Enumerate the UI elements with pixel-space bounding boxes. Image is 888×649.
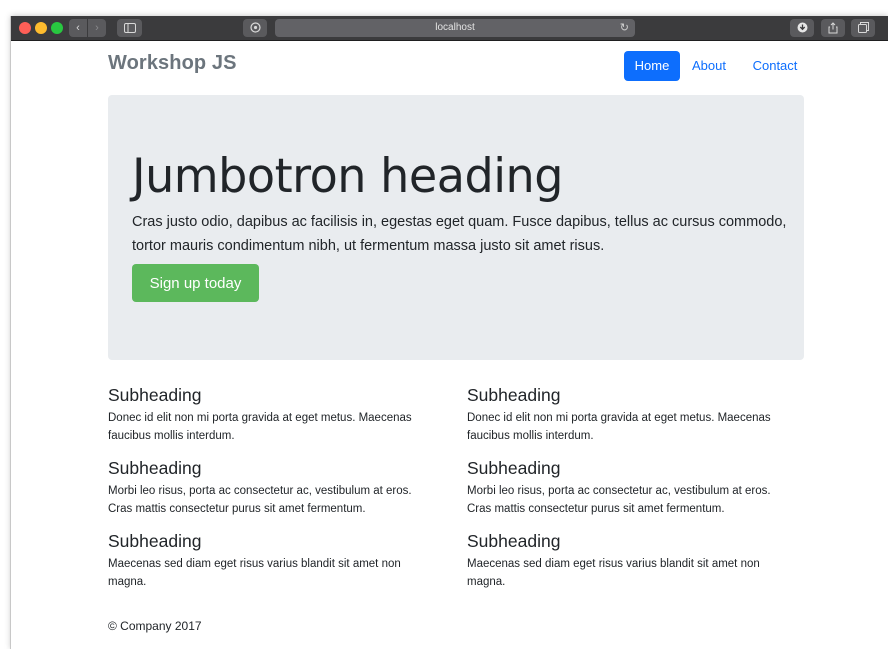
feature-item: Subheading Morbi leo risus, porta ac con… [108,457,438,518]
feature-text: Morbi leo risus, porta ac consectetur ac… [108,485,412,515]
feature-text: Maecenas sed diam eget risus varius blan… [467,558,760,588]
feature-item: Subheading Maecenas sed diam eget risus … [467,530,797,591]
chevron-left-icon: ‹ [76,22,80,34]
share-icon [828,22,838,34]
feature-item: Subheading Maecenas sed diam eget risus … [108,530,438,591]
browser-toolbar: ‹ › localhost ↻ [11,16,888,41]
nav-link-home[interactable]: Home [624,51,680,81]
minimize-window-icon[interactable] [35,22,47,34]
feature-heading: Subheading [467,531,561,551]
privacy-icon [249,22,261,33]
address-bar[interactable]: localhost ↻ [275,19,635,37]
share-button[interactable] [821,19,845,37]
address-text: localhost [435,22,475,33]
feature-item: Subheading Donec id elit non mi porta gr… [108,384,438,445]
downloads-button[interactable] [790,19,814,37]
jumbotron-lead: Cras justo odio, dapibus ac facilisis in… [132,214,787,254]
zoom-window-icon[interactable] [51,22,63,34]
download-icon [797,22,807,33]
privacy-report-button[interactable] [243,19,267,37]
feature-heading: Subheading [108,385,202,405]
browser-window: ‹ › localhost ↻ Workshop JS Home About C… [11,16,888,649]
feature-heading: Subheading [467,385,561,405]
feature-text: Donec id elit non mi porta gravida at eg… [108,412,412,442]
feature-heading: Subheading [108,458,202,478]
feature-item: Subheading Donec id elit non mi porta gr… [467,384,797,445]
back-button[interactable]: ‹ [69,19,87,37]
feature-text: Donec id elit non mi porta gravida at eg… [467,412,771,442]
show-tabs-button[interactable] [851,19,875,37]
feature-column-right: Subheading Donec id elit non mi porta gr… [467,384,797,603]
feature-text: Morbi leo risus, porta ac consectetur ac… [467,485,771,515]
sidebar-icon [123,23,136,33]
feature-item: Subheading Morbi leo risus, porta ac con… [467,457,797,518]
tabs-icon [857,22,869,33]
reload-icon[interactable]: ↻ [620,19,629,37]
sidebar-toggle-button[interactable] [117,19,142,37]
forward-button[interactable]: › [88,19,106,37]
feature-heading: Subheading [467,458,561,478]
sign-up-button[interactable]: Sign up today [132,264,259,302]
feature-text: Maecenas sed diam eget risus varius blan… [108,558,401,588]
web-page: Workshop JS Home About Contact Jumbotron… [11,41,888,649]
jumbotron-heading: Jumbotron heading [132,149,563,204]
footer-copyright: © Company 2017 [108,619,202,633]
feature-column-left: Subheading Donec id elit non mi porta gr… [108,384,438,603]
feature-heading: Subheading [108,531,202,551]
chevron-right-icon: › [95,22,99,34]
close-window-icon[interactable] [19,22,31,34]
nav-link-contact[interactable]: Contact [746,51,804,81]
jumbotron: Jumbotron heading Cras justo odio, dapib… [108,95,804,360]
nav-link-about[interactable]: About [688,51,730,81]
site-brand[interactable]: Workshop JS [108,52,237,75]
